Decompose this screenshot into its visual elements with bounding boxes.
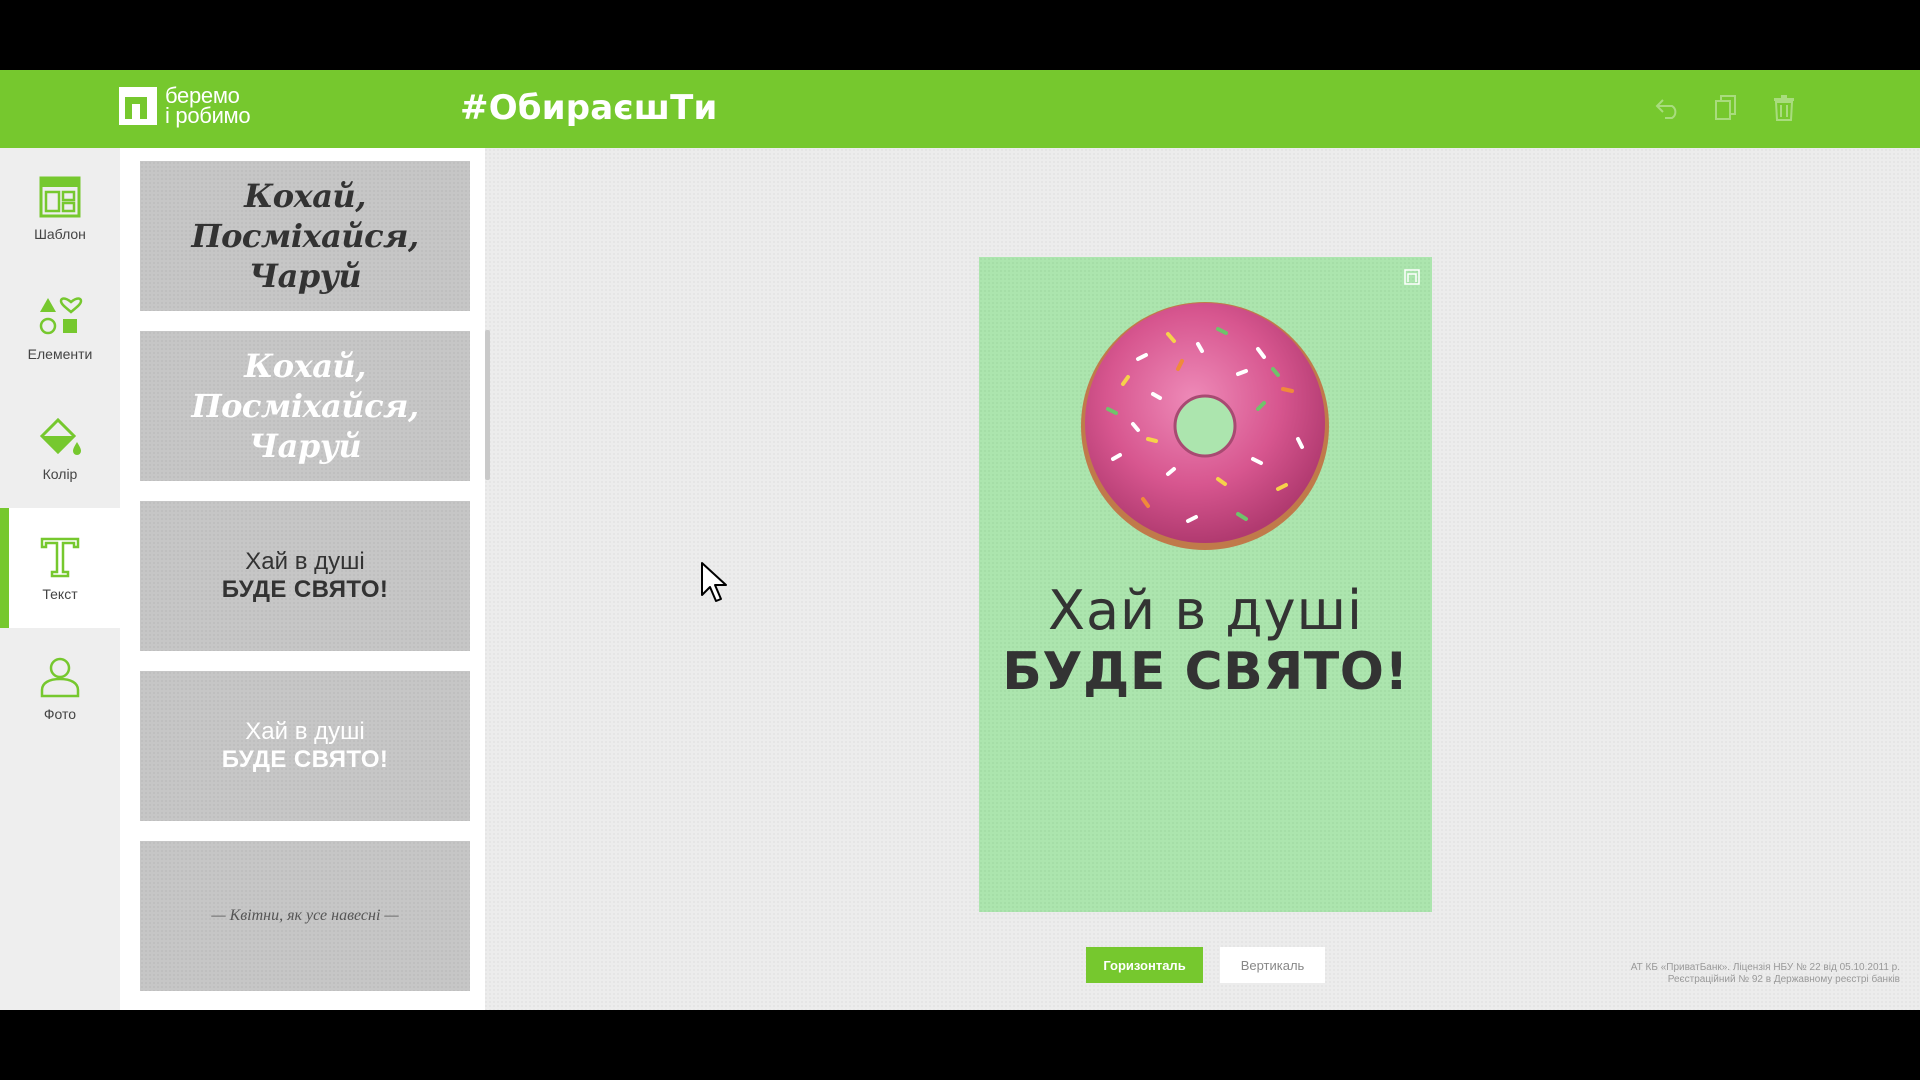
copy-icon xyxy=(1715,95,1736,120)
template-panel: Кохай, Посміхайся, Чаруй Кохай, Посміхай… xyxy=(120,148,485,1010)
template-line: Посміхайся, xyxy=(191,387,419,425)
campaign-hashtag: #ОбираєшТи xyxy=(460,88,718,128)
template-line: Хай в душі xyxy=(245,718,365,745)
trash-icon xyxy=(1774,95,1794,121)
mouse-cursor-icon xyxy=(701,562,727,602)
template-line: Кохай, xyxy=(244,177,366,215)
text-template-card[interactable]: — Квітни, як усе навесні — xyxy=(140,841,470,991)
sidebar-item-text[interactable]: Текст xyxy=(0,508,120,628)
shapes-icon xyxy=(39,297,83,335)
text-template-card[interactable]: Кохай, Посміхайся, Чаруй xyxy=(140,331,470,481)
letterbox-top xyxy=(0,0,1920,70)
text-template-card[interactable]: Кохай, Посміхайся, Чаруй xyxy=(140,161,470,311)
text-template-card[interactable]: Хай в душі БУДЕ СВЯТО! xyxy=(140,671,470,821)
sidebar-item-photo[interactable]: Фото xyxy=(0,628,120,748)
template-line: Хай в душі xyxy=(245,548,365,575)
sidebar-item-label: Елементи xyxy=(27,346,93,362)
undo-button[interactable] xyxy=(1652,92,1684,124)
template-line: Чаруй xyxy=(248,257,362,295)
horizontal-orientation-button[interactable]: Горизонталь xyxy=(1086,947,1203,983)
donut-illustration xyxy=(1081,302,1329,550)
logo-text: беремо і робимо xyxy=(165,85,251,128)
brand-logo[interactable]: беремо і робимо xyxy=(119,85,251,128)
duplicate-button[interactable] xyxy=(1710,92,1742,124)
tool-rail: Шаблон Елементи Колір Текст Фото xyxy=(0,148,120,1010)
app-header: беремо і робимо #ОбираєшТи xyxy=(0,70,1920,148)
legal-line2: Реєстраційний № 92 в Державному реєстрі … xyxy=(1667,974,1900,985)
editor-workspace: Шаблон Елементи Колір Текст Фото Кохай, … xyxy=(0,148,1920,1010)
template-line: — Квітни, як усе навесні — xyxy=(211,907,399,924)
undo-icon xyxy=(1655,99,1677,119)
template-line: Кохай, xyxy=(244,347,366,385)
text-icon xyxy=(40,537,80,578)
template-line: Посміхайся, xyxy=(191,217,419,255)
sidebar-item-label: Текст xyxy=(42,586,78,602)
letterbox-bottom xyxy=(0,1010,1920,1080)
sidebar-item-label: Фото xyxy=(43,706,77,722)
panel-scrollbar[interactable] xyxy=(485,330,490,480)
logo-mark-icon xyxy=(119,87,157,125)
sidebar-item-label: Колір xyxy=(42,466,78,482)
legal-notice: АТ КБ «ПриватБанк». Ліцензія НБУ № 22 ві… xyxy=(1480,962,1900,986)
template-line: БУДЕ СВЯТО! xyxy=(221,576,389,603)
vertical-orientation-button[interactable]: Вертикаль xyxy=(1220,947,1325,983)
poster-headline-line1[interactable]: Хай в душі xyxy=(979,579,1432,642)
donut-image[interactable] xyxy=(1078,299,1333,554)
sidebar-item-template[interactable]: Шаблон xyxy=(0,148,120,268)
logo-text-line2: і робимо xyxy=(165,103,251,128)
template-line: Чаруй xyxy=(248,427,362,465)
person-icon xyxy=(40,657,80,698)
brand-watermark-icon xyxy=(1404,269,1420,285)
sidebar-item-color[interactable]: Колір xyxy=(0,388,120,508)
paint-bucket-icon xyxy=(39,417,81,455)
delete-button[interactable] xyxy=(1768,92,1800,124)
sidebar-item-label: Шаблон xyxy=(34,226,86,242)
poster-canvas[interactable]: Хай в душі БУДЕ СВЯТО! xyxy=(979,257,1432,912)
legal-line1: АТ КБ «ПриватБанк». Ліцензія НБУ № 22 ві… xyxy=(1630,962,1900,973)
text-template-card[interactable]: Хай в душі БУДЕ СВЯТО! xyxy=(140,501,470,651)
sidebar-item-elements[interactable]: Елементи xyxy=(0,268,120,388)
template-line: БУДЕ СВЯТО! xyxy=(221,746,389,773)
poster-headline-line2[interactable]: БУДЕ СВЯТО! xyxy=(979,642,1432,702)
template-icon xyxy=(39,176,81,218)
header-actions xyxy=(1652,92,1800,124)
